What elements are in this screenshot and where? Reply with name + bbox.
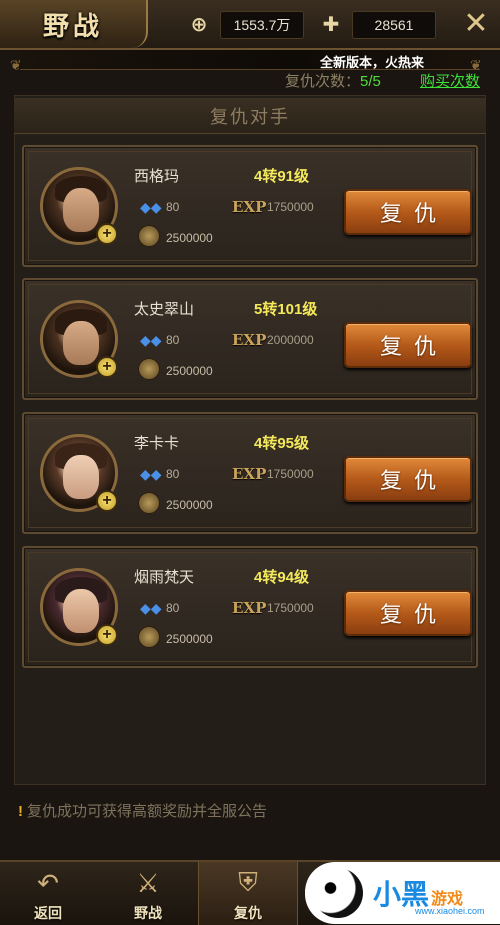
exp-label: EXP	[232, 599, 267, 617]
gem-value: 80	[166, 200, 180, 214]
tip-text: ! 复仇成功可获得高额奖励并全服公告	[18, 800, 267, 821]
panda-icon	[313, 868, 363, 918]
gold-value: 1553.7万	[220, 11, 304, 39]
close-icon[interactable]: ✕	[458, 6, 494, 42]
revenge-button[interactable]: 复仇	[344, 322, 472, 368]
coin-icon	[138, 358, 160, 380]
gem-value: 80	[166, 333, 180, 347]
opponent-level: 5转101级	[254, 301, 318, 318]
opponent-name: 西格玛	[134, 168, 180, 185]
exclamation-icon: !	[18, 803, 23, 820]
opponent-name: 太史翠山	[134, 301, 195, 318]
gem-icon: ◆◆	[140, 332, 162, 348]
coin-icon	[138, 225, 160, 247]
coin-value: 2500000	[166, 632, 213, 646]
ingot-icon: ✚	[322, 13, 340, 36]
ornament-right-icon: ❦	[470, 57, 482, 73]
nav-revenge-label: 复仇	[234, 906, 262, 922]
coin-value: 2500000	[166, 364, 213, 378]
exp-value: 1750000	[267, 467, 314, 481]
gem-icon: ◆◆	[140, 199, 162, 215]
opponent-name: 李卡卡	[134, 435, 180, 452]
revenge-button[interactable]: 复仇	[344, 456, 472, 502]
add-friend-icon[interactable]: +	[96, 356, 118, 378]
opponent-card: + 烟雨梵天 4转94级 ◆◆ 80 EXP 1750000 2500000 复…	[22, 546, 478, 668]
nav-field[interactable]: ⚔ 野战	[100, 862, 196, 925]
page-title: 野战	[42, 11, 103, 42]
nav-back[interactable]: ↶ 返回	[8, 862, 88, 925]
opponent-card: + 西格玛 4转91级 ◆◆ 80 EXP 1750000 2500000 复仇	[22, 145, 478, 267]
coin-icon	[138, 492, 160, 514]
exp-label: EXP	[232, 465, 267, 483]
back-arrow-icon: ↶	[37, 867, 59, 898]
title-plate: 野战	[0, 0, 148, 48]
gold-add-icon[interactable]: ⊕	[186, 10, 212, 38]
revenge-count: 复仇次数：5/5	[285, 70, 381, 91]
nav-back-label: 返回	[34, 906, 62, 922]
opponent-level: 4转94级	[254, 569, 310, 586]
notice-text: 全新版本，火热来	[320, 55, 425, 70]
crossed-swords-icon: ⚔	[136, 867, 160, 898]
exp-label: EXP	[232, 198, 267, 216]
coin-value: 2500000	[166, 231, 213, 245]
top-bar: 野战 ⊕ 1553.7万 ✚ 28561 ✕	[0, 0, 500, 50]
ornament-left-icon: ❦	[10, 57, 22, 73]
exp-value: 1750000	[267, 200, 314, 214]
nav-revenge[interactable]: ⛨ 复仇	[198, 862, 298, 925]
exp-label: EXP	[232, 331, 267, 349]
nav-field-label: 野战	[134, 906, 162, 922]
revenge-button[interactable]: 复仇	[344, 189, 472, 235]
coin-value: 2500000	[166, 498, 213, 512]
add-friend-icon[interactable]: +	[96, 624, 118, 646]
gem-icon: ◆◆	[140, 466, 162, 482]
exp-value: 2000000	[267, 333, 314, 347]
revenge-button[interactable]: 复仇	[344, 590, 472, 636]
revenge-count-label: 复仇次数：	[285, 73, 361, 90]
ingot-value: 28561	[352, 11, 436, 39]
gem-value: 80	[166, 601, 180, 615]
watermark-url: www.xiaohei.com	[415, 906, 485, 916]
add-friend-icon[interactable]: +	[96, 490, 118, 512]
gem-icon: ◆◆	[140, 600, 162, 616]
watermark-logo: 小黑 游戏 www.xiaohei.com	[305, 862, 500, 924]
add-friend-icon[interactable]: +	[96, 223, 118, 245]
gem-value: 80	[166, 467, 180, 481]
coin-icon	[138, 626, 160, 648]
notice-ticker: 全新版本，火热来	[20, 50, 480, 70]
buy-count-link[interactable]: 购买次数	[420, 70, 480, 91]
section-title: 复仇对手	[14, 98, 486, 134]
opponent-level: 4转95级	[254, 435, 310, 452]
opponent-level: 4转91级	[254, 168, 310, 185]
exp-value: 1750000	[267, 601, 314, 615]
revenge-count-value: 5/5	[360, 73, 381, 90]
opponent-name: 烟雨梵天	[134, 569, 195, 586]
tip-label: 复仇成功可获得高额奖励并全服公告	[27, 803, 268, 820]
opponent-card: + 太史翠山 5转101级 ◆◆ 80 EXP 2000000 2500000 …	[22, 278, 478, 400]
opponent-card: + 李卡卡 4转95级 ◆◆ 80 EXP 1750000 2500000 复仇	[22, 412, 478, 534]
shield-swords-icon: ⛨	[238, 867, 258, 897]
